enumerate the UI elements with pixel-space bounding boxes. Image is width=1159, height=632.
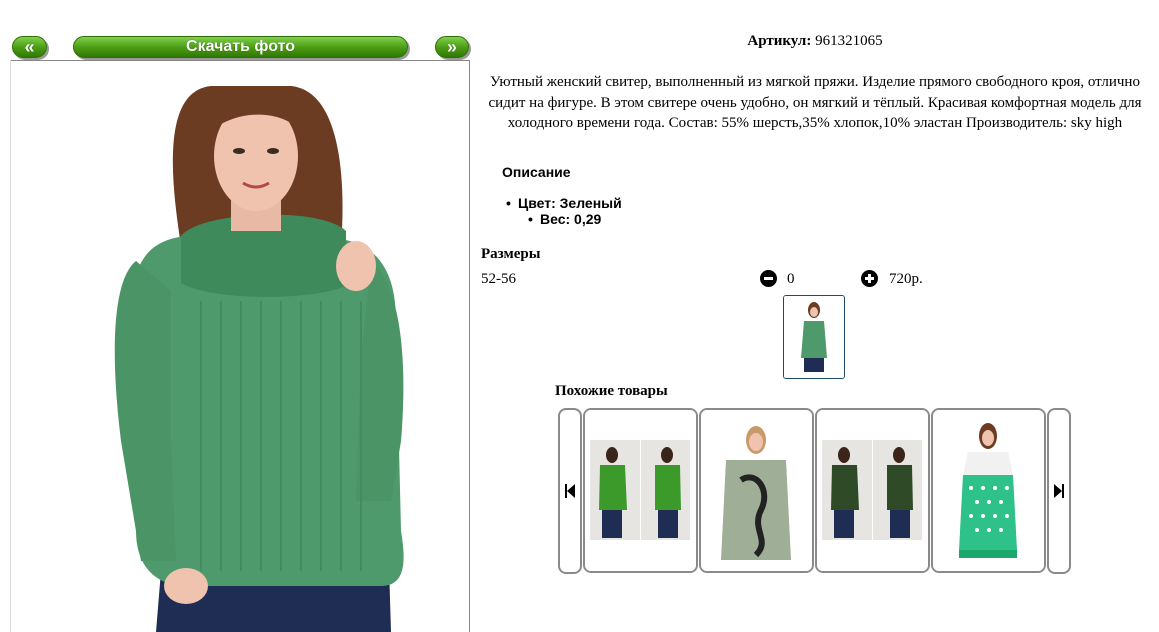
- prev-photo-button[interactable]: «: [12, 36, 47, 58]
- size-value: 52-56: [481, 271, 516, 287]
- similar-product-card[interactable]: [815, 408, 930, 573]
- grey-patterned-sweater-photo: [701, 410, 812, 571]
- similar-product-card[interactable]: [583, 408, 698, 573]
- main-product-photo[interactable]: [11, 61, 469, 632]
- weight-attribute: Вес: 0,29: [524, 211, 622, 227]
- mint-polka-dot-dress-photo: [933, 410, 1044, 571]
- increase-quantity-button[interactable]: [861, 270, 878, 287]
- similar-product-card[interactable]: [699, 408, 814, 573]
- similar-products-heading: Похожие товары: [555, 383, 668, 399]
- carousel-next-button[interactable]: [1047, 408, 1071, 574]
- skip-back-icon: [565, 484, 575, 498]
- sku-line: Артикул: 961321065: [480, 33, 1150, 50]
- thumbnail-image: [784, 296, 844, 378]
- decrease-quantity-button[interactable]: [760, 270, 777, 287]
- carousel-prev-button[interactable]: [558, 408, 582, 574]
- minus-icon: [764, 277, 773, 280]
- color-attribute: Цвет: Зеленый: [502, 195, 622, 211]
- price-value: 720р.: [889, 271, 923, 287]
- product-description: Уютный женский свитер, выполненный из мя…: [488, 74, 1142, 131]
- similar-product-card[interactable]: [931, 408, 1046, 573]
- description-heading: Описание: [502, 164, 571, 180]
- dark-green-sweater-duo-photo: [817, 410, 928, 571]
- divider: [469, 60, 470, 632]
- skip-forward-icon: [1054, 484, 1064, 498]
- quantity-value: 0: [787, 271, 795, 287]
- next-photo-button[interactable]: »: [435, 36, 469, 58]
- download-photo-button[interactable]: Скачать фото: [73, 36, 408, 58]
- product-thumbnail[interactable]: [783, 295, 845, 379]
- model-in-green-sweater-image: [11, 61, 469, 632]
- sizes-heading: Размеры: [481, 246, 541, 262]
- attributes-list: Цвет: Зеленый Вес: 0,29: [502, 195, 622, 227]
- sku-value: 961321065: [815, 33, 883, 49]
- green-sweater-duo-photo: [585, 410, 696, 571]
- sku-label: Артикул:: [747, 33, 812, 49]
